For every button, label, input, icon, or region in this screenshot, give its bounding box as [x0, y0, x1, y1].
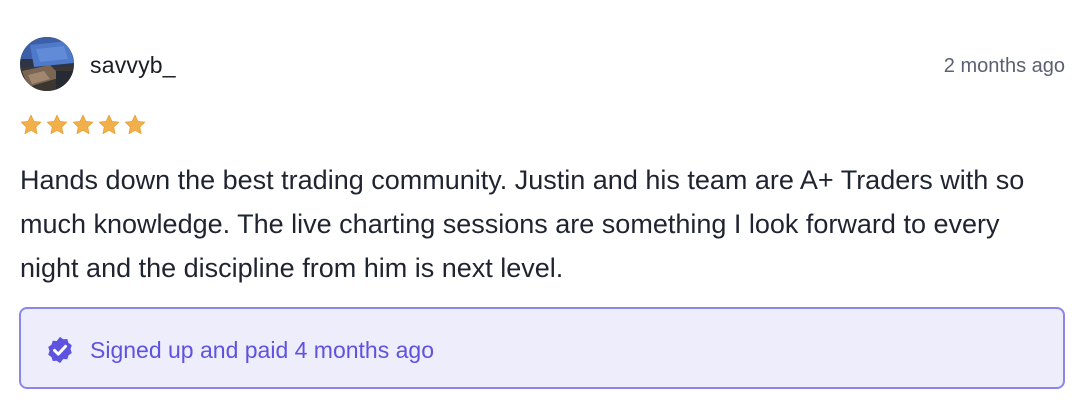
verified-purchase-banner: Signed up and paid 4 months ago: [19, 307, 1065, 389]
review-timestamp: 2 months ago: [943, 55, 1065, 77]
star-icon: [46, 114, 68, 134]
avatar[interactable]: [20, 37, 74, 91]
star-icon: [124, 114, 146, 134]
username[interactable]: savvyb_: [90, 51, 176, 79]
star-icon: [98, 114, 120, 134]
review-card: savvyb_ 2 months ago Hands down the best…: [0, 0, 1080, 415]
star-rating: [19, 113, 147, 139]
verified-purchase-text: Signed up and paid 4 months ago: [90, 337, 434, 363]
review-body: Hands down the best trading community. J…: [20, 165, 1025, 283]
star-icon: [72, 114, 94, 134]
star-icon: [20, 114, 42, 134]
avatar-image: [20, 37, 74, 91]
verified-badge-icon: [48, 336, 72, 364]
